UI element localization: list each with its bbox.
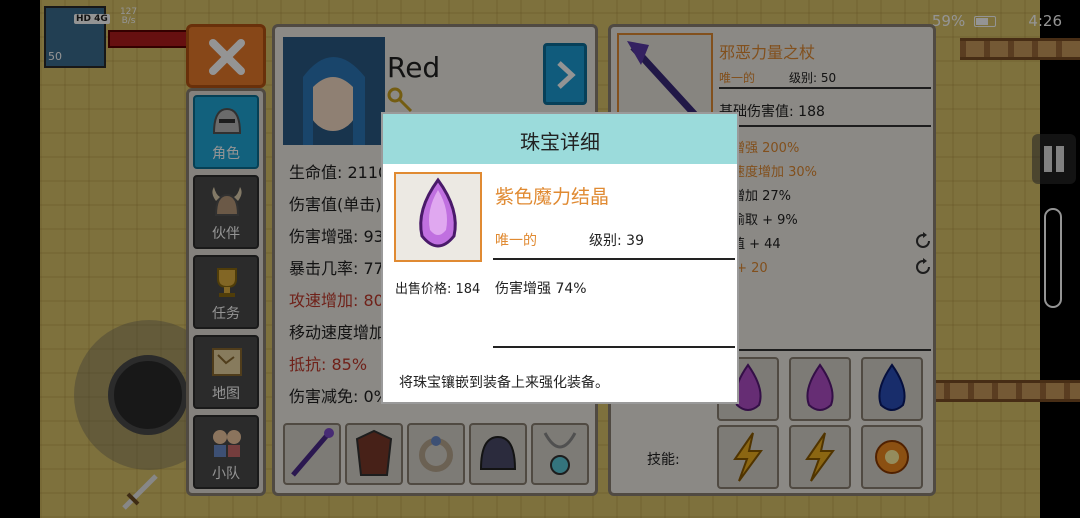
gem-detail-dialog: 珠宝详细 紫色魔力结晶 唯一的 级别: 39 出售价格: 184 伤害增强 74… <box>381 112 739 404</box>
divider <box>493 258 735 260</box>
gem-rarity: 唯一的 <box>495 233 537 249</box>
divider <box>493 346 735 348</box>
gem-name: 紫色魔力结晶 <box>495 186 610 208</box>
gem-level: 级别: 39 <box>589 233 644 249</box>
gem-description: 将珠宝镶嵌到装备上来强化装备。 <box>399 375 609 391</box>
sell-price: 出售价格: 184 <box>395 282 481 297</box>
gem-image <box>394 172 482 262</box>
purple-gem-icon <box>419 177 457 248</box>
gem-attribute: 伤害增强 74% <box>495 281 587 297</box>
dialog-title: 珠宝详细 <box>520 130 600 154</box>
dialog-header: 珠宝详细 <box>383 114 737 164</box>
